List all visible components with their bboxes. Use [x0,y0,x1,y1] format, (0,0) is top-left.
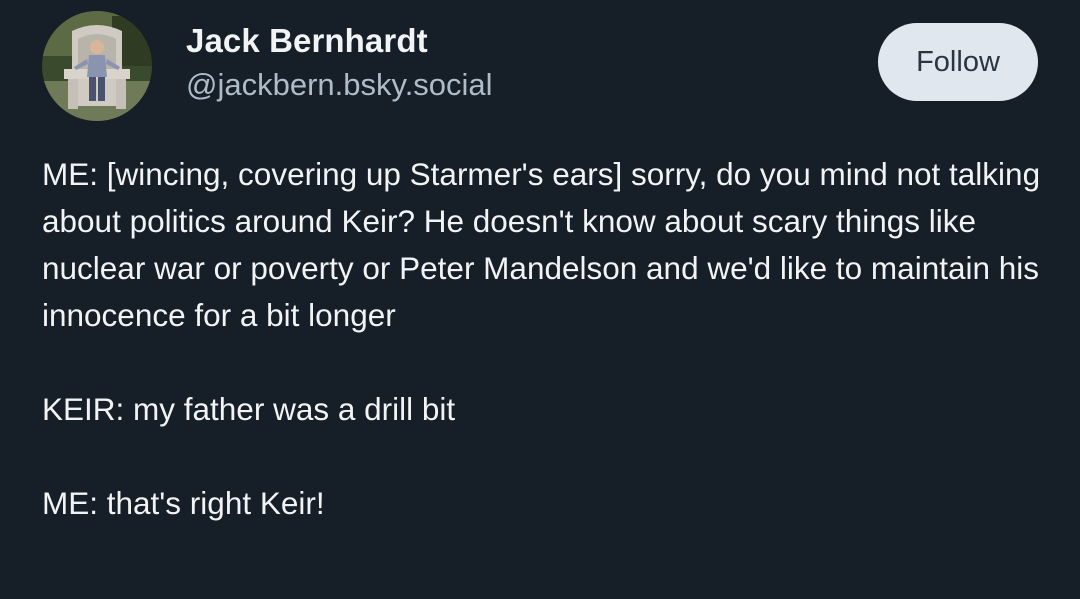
post-paragraph: ME: [wincing, covering up Starmer's ears… [42,156,1041,333]
post-text: ME: [wincing, covering up Starmer's ears… [42,151,1042,527]
post-card: Jack Bernhardt @jackbern.bsky.social Fol… [0,0,1080,599]
author-name[interactable]: Jack Bernhardt [186,22,428,60]
avatar-photo-icon [42,11,152,121]
author-handle[interactable]: @jackbern.bsky.social [186,67,493,103]
post-paragraph: KEIR: my father was a drill bit [42,391,456,427]
post-paragraph: ME: that's right Keir! [42,485,325,521]
follow-button[interactable]: Follow [878,23,1038,101]
author-avatar[interactable] [42,11,152,121]
